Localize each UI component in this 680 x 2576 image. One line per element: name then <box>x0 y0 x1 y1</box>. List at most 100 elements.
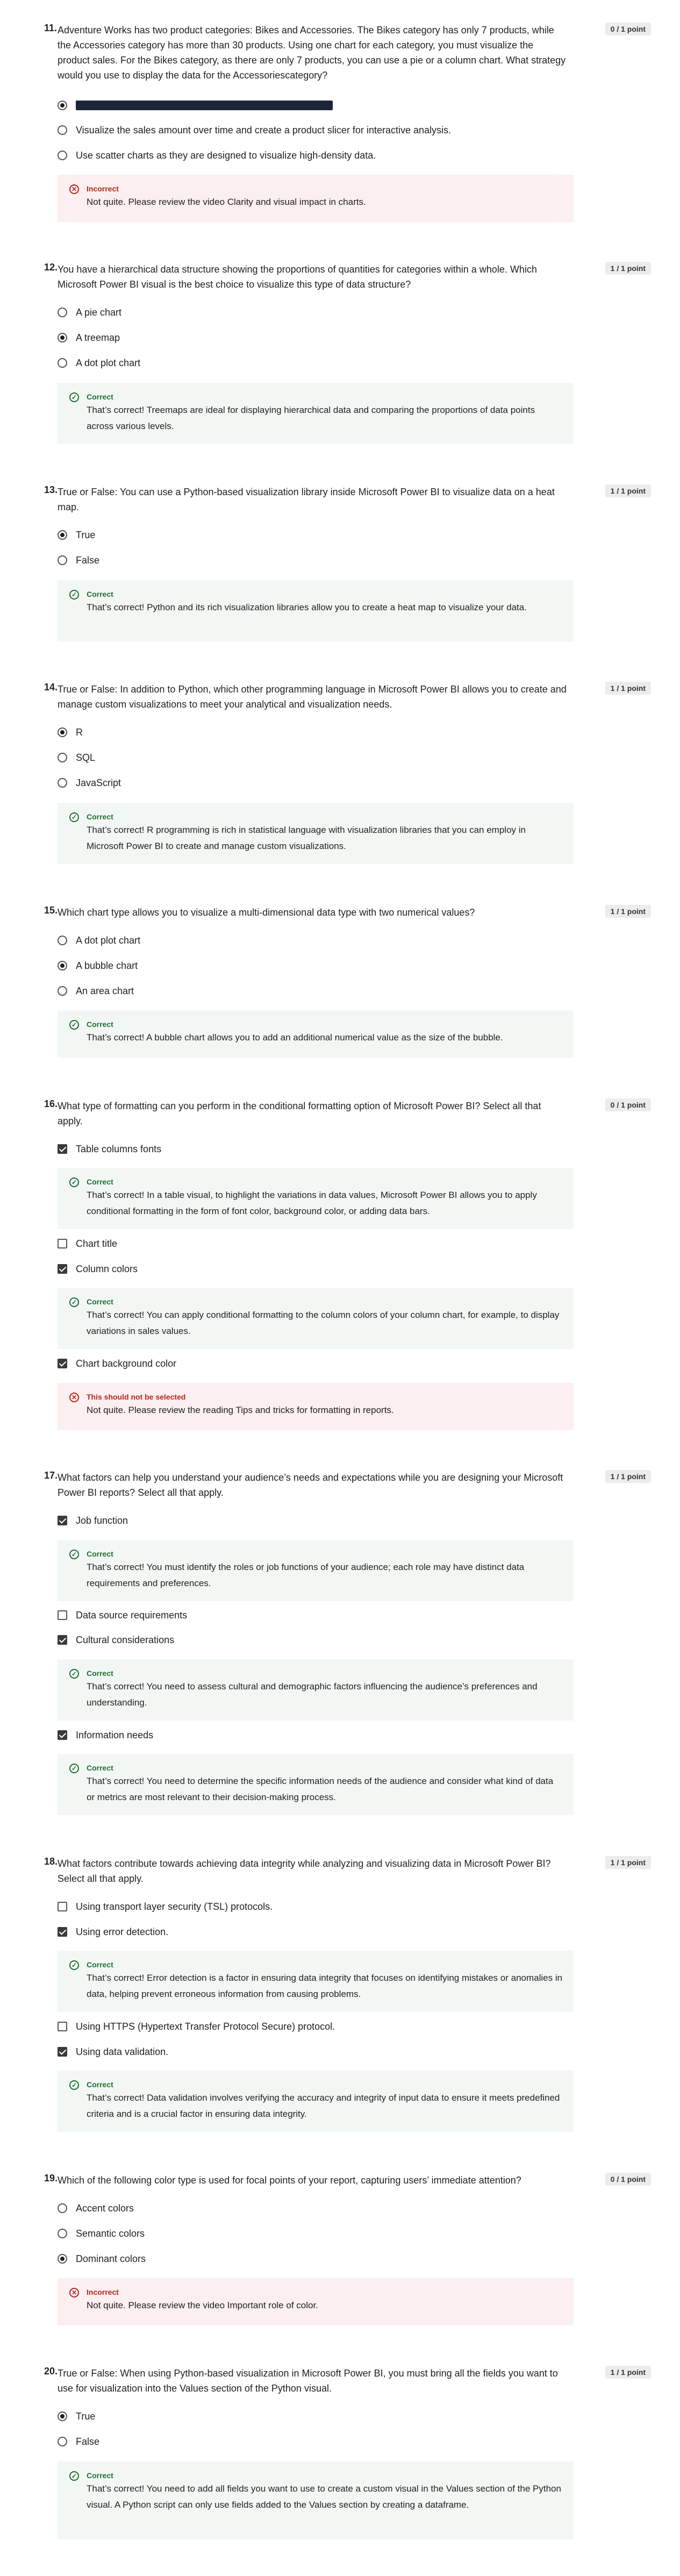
option[interactable]: A bubble chart <box>58 958 138 973</box>
option[interactable]: Using data validation. <box>58 2044 168 2059</box>
points-badge: 1 / 1 point <box>605 1856 651 1869</box>
feedback-text: That’s correct! You need to determine th… <box>87 1776 554 1802</box>
option[interactable]: Data source requirements <box>58 1608 187 1623</box>
checkbox-checked[interactable] <box>58 1635 67 1645</box>
option[interactable]: Chart title <box>58 1236 117 1251</box>
check-circle-icon: ✓ <box>69 812 79 822</box>
option[interactable]: Job function <box>58 1513 128 1528</box>
feedback-correct: ✓ Correct That’s correct! R programming … <box>58 803 574 864</box>
quiz-results: 11. Adventure Works has two product cate… <box>0 0 680 2576</box>
feedback-correct: ✓ Correct That’s correct! In a table vis… <box>58 1168 574 1229</box>
radio[interactable] <box>58 778 67 788</box>
radio[interactable] <box>58 125 67 135</box>
checkbox-checked[interactable] <box>58 1730 67 1740</box>
option[interactable]: Cultural considerations <box>58 1632 174 1647</box>
option-redacted[interactable] <box>58 98 333 113</box>
feedback-title: Correct <box>87 812 113 821</box>
feedback-correct: ✓ Correct That’s correct! You need to ad… <box>58 2461 574 2539</box>
option[interactable]: Dominant colors <box>58 2251 146 2266</box>
feedback-title: This should not be selected <box>87 1393 186 1401</box>
option[interactable]: True <box>58 2409 95 2424</box>
radio[interactable] <box>58 151 67 160</box>
option[interactable]: Use scatter charts as they are designed … <box>58 148 376 163</box>
radio[interactable] <box>58 2437 67 2446</box>
option[interactable]: Using error detection. <box>58 1924 168 1939</box>
option[interactable]: R <box>58 725 83 740</box>
radio[interactable] <box>58 753 67 762</box>
option-label: A bubble chart <box>76 960 138 971</box>
option-label: Using transport layer security (TSL) pro… <box>76 1901 273 1912</box>
feedback-correct: ✓ Correct That’s correct! A bubble chart… <box>58 1010 574 1058</box>
checkbox-checked[interactable] <box>58 1264 67 1274</box>
option-label: A dot plot chart <box>76 357 141 368</box>
checkbox-checked[interactable] <box>58 1927 67 1937</box>
radio-selected[interactable] <box>58 2411 67 2421</box>
option[interactable]: Visualize the sales amount over time and… <box>58 123 451 138</box>
option-label: Semantic colors <box>76 2228 145 2239</box>
radio-selected[interactable] <box>58 530 67 540</box>
question-number: 20. <box>44 2366 58 2377</box>
option[interactable]: A dot plot chart <box>58 355 140 370</box>
option-label: A pie chart <box>76 306 122 318</box>
radio[interactable] <box>58 2203 67 2213</box>
radio-selected[interactable] <box>58 727 67 737</box>
checkbox[interactable] <box>58 2022 67 2031</box>
option[interactable]: SQL <box>58 750 95 765</box>
radio[interactable] <box>58 358 67 368</box>
option-label: Accent colors <box>76 2202 134 2214</box>
question-text: True or False: When using Python-based v… <box>58 2368 558 2394</box>
option-label: Data source requirements <box>76 1609 188 1621</box>
question-text: Which of the following color type is use… <box>58 2175 521 2186</box>
feedback-text: That’s correct! Error detection is a fac… <box>87 1973 563 1999</box>
question-number: 16. <box>44 1098 58 1109</box>
checkbox-checked[interactable] <box>58 2047 67 2057</box>
radio[interactable] <box>58 2229 67 2238</box>
check-circle-icon: ✓ <box>69 590 79 600</box>
option[interactable]: Chart background color <box>58 1356 176 1371</box>
points-badge: 0 / 1 point <box>605 1098 651 1111</box>
radio[interactable] <box>58 308 67 317</box>
option[interactable]: An area chart <box>58 983 134 998</box>
option[interactable]: True <box>58 527 95 543</box>
option-label: A dot plot chart <box>76 934 141 946</box>
radio[interactable] <box>58 986 67 996</box>
option-label: Use scatter charts as they are designed … <box>76 149 376 161</box>
radio[interactable] <box>58 936 67 945</box>
feedback-text: Not quite. Please review the reading Tip… <box>87 1405 394 1415</box>
question-number: 15. <box>44 905 58 916</box>
feedback-incorrect: ✕ Incorrect Not quite. Please review the… <box>58 2278 574 2325</box>
radio-selected[interactable] <box>58 101 67 110</box>
option-label: False <box>76 554 100 566</box>
question-text: Which chart type allows you to visualize… <box>58 907 475 918</box>
feedback-title: Correct <box>87 1297 113 1306</box>
radio-selected[interactable] <box>58 333 67 342</box>
checkbox-checked[interactable] <box>58 1516 67 1525</box>
option[interactable]: JavaScript <box>58 775 121 790</box>
feedback-incorrect: ✕ This should not be selected Not quite.… <box>58 1383 574 1430</box>
feedback-text: Not quite. Please review the video Clari… <box>87 197 366 207</box>
option[interactable]: False <box>58 553 99 568</box>
question-text: True or False: You can use a Python-base… <box>58 487 555 512</box>
radio[interactable] <box>58 555 67 565</box>
option[interactable]: Semantic colors <box>58 2226 145 2241</box>
check-circle-icon: ✓ <box>69 2471 79 2481</box>
option-label: Job function <box>76 1515 128 1526</box>
option[interactable]: Using HTTPS (Hypertext Transfer Protocol… <box>58 2019 335 2034</box>
option[interactable]: A pie chart <box>58 305 121 320</box>
radio-selected[interactable] <box>58 2254 67 2264</box>
checkbox-checked[interactable] <box>58 1144 67 1154</box>
option[interactable]: Table columns fonts <box>58 1141 161 1157</box>
checkbox[interactable] <box>58 1902 67 1911</box>
radio-selected[interactable] <box>58 961 67 971</box>
checkbox[interactable] <box>58 1610 67 1620</box>
checkbox-checked[interactable] <box>58 1359 67 1368</box>
option[interactable]: Column colors <box>58 1261 138 1276</box>
option[interactable]: A treemap <box>58 330 120 345</box>
option[interactable]: Accent colors <box>58 2201 134 2216</box>
check-circle-icon: ✓ <box>69 1178 79 1187</box>
option[interactable]: Information needs <box>58 1728 153 1743</box>
option[interactable]: False <box>58 2434 99 2449</box>
option[interactable]: Using transport layer security (TSL) pro… <box>58 1899 273 1914</box>
option[interactable]: A dot plot chart <box>58 933 140 948</box>
checkbox[interactable] <box>58 1239 67 1248</box>
